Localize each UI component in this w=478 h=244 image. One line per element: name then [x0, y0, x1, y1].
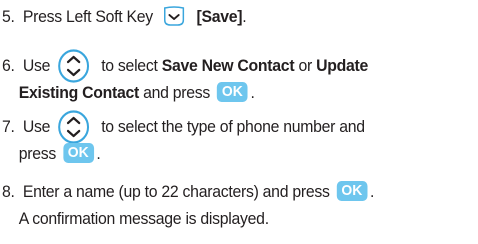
step-text-end: .	[96, 144, 101, 163]
step-number: 8.	[2, 182, 15, 201]
step-text: Use	[22, 56, 51, 75]
step-text: to select	[101, 56, 158, 75]
step-text: Enter a name (up to 22 characters) and p…	[22, 182, 330, 201]
step-text-end: .	[242, 7, 247, 26]
ok-key-icon: OK	[216, 82, 248, 103]
step-7: 7. Use to select the type of phone numbe…	[2, 109, 365, 167]
save-label: [Save]	[196, 7, 243, 26]
option-save-new-contact: Save New Contact	[161, 56, 295, 75]
step-8: 8. Enter a name (up to 22 characters) an…	[2, 178, 374, 232]
step-5: 5. Press Left Soft Key [Save].	[2, 3, 247, 30]
confirmation-text: A confirmation message is displayed.	[18, 209, 269, 228]
step-6-line-2: Existing Contact and press OK.	[2, 79, 368, 106]
ok-key-icon: OK	[62, 143, 94, 164]
ok-key-icon: OK	[336, 181, 368, 202]
navigation-key-icon	[58, 48, 90, 83]
step-number: 7.	[2, 117, 15, 136]
step-number: 6.	[2, 56, 15, 75]
step-number: 5.	[2, 7, 15, 26]
step-7-line-2: press OK.	[2, 140, 365, 167]
step-6: 6. Use to select Save New Contact or Upd…	[2, 48, 368, 106]
step-text: or	[298, 56, 312, 75]
option-update-existing-contact: Update	[316, 56, 368, 75]
option-update-existing-contact-cont: Existing Contact	[18, 83, 140, 102]
step-text-end: .	[250, 83, 255, 102]
step-text: press	[18, 144, 57, 163]
step-text: Press Left Soft Key	[22, 7, 153, 26]
step-text-end: .	[370, 182, 375, 201]
left-soft-key-icon	[163, 5, 184, 26]
step-text: and press	[143, 83, 211, 102]
step-text: Use	[22, 117, 51, 136]
step-text: to select the type of phone number and	[101, 117, 365, 136]
navigation-key-icon	[58, 109, 90, 144]
